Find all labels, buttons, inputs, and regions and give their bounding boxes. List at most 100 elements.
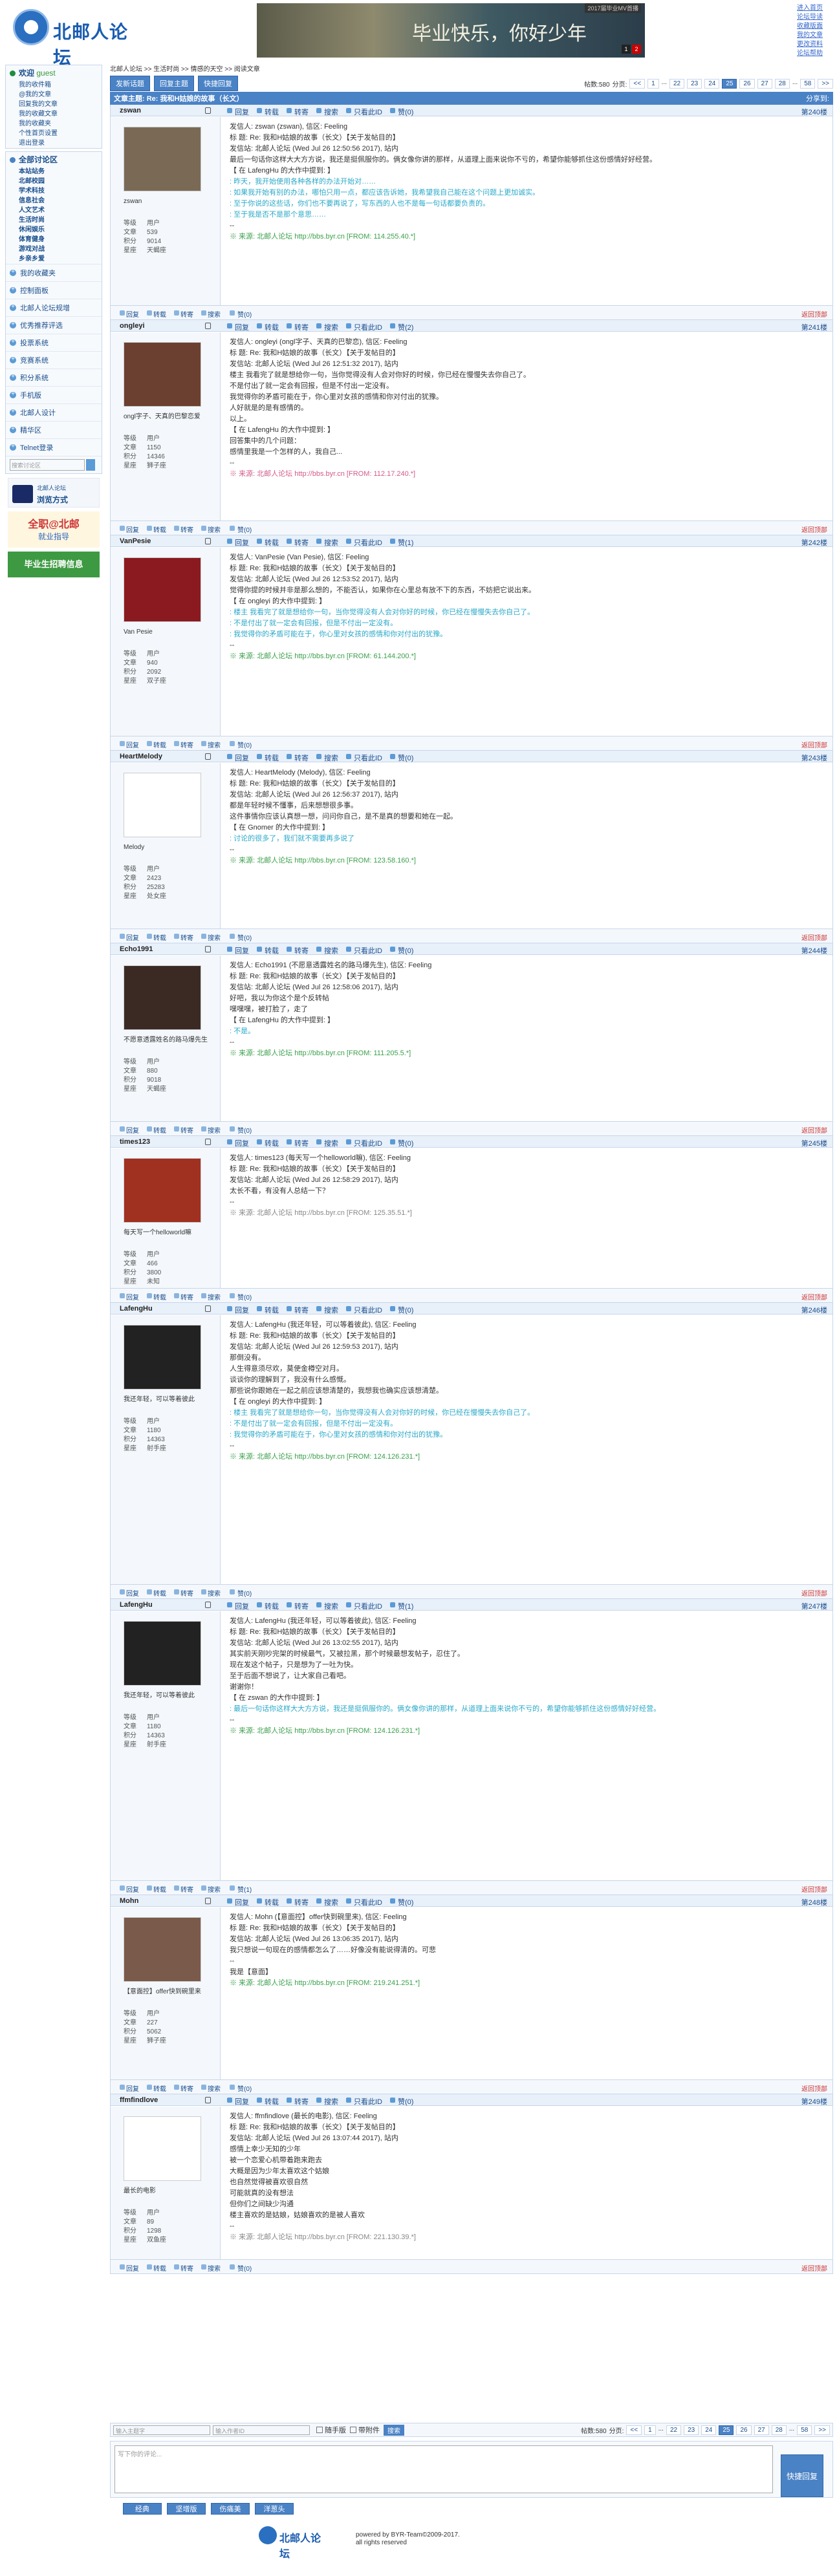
sidebar-item[interactable]: 控制面板 [6, 281, 102, 299]
banner-page-1[interactable]: 1 [622, 45, 631, 54]
page-link[interactable]: 23 [687, 78, 702, 89]
page-link[interactable]: 25 [719, 2425, 734, 2435]
mail-icon[interactable] [205, 1602, 211, 1608]
floor-number[interactable]: 第247楼 [801, 1601, 827, 1611]
post-action[interactable]: 转寄 [287, 537, 309, 548]
post-action[interactable]: 回复 [227, 537, 249, 548]
page-link[interactable]: 27 [754, 2425, 769, 2435]
footer-action[interactable]: 搜索 [201, 1884, 221, 1894]
page-link[interactable]: >> [814, 2425, 830, 2435]
section-link[interactable]: 北邮校园 [19, 177, 102, 186]
page-link[interactable]: << [626, 2425, 642, 2435]
page-link[interactable]: 23 [684, 2425, 699, 2435]
praise-button[interactable]: 赞(2) [390, 322, 413, 332]
post-action[interactable]: 只看此ID [346, 322, 382, 332]
top-link-home[interactable]: 进入首页 [797, 4, 836, 13]
post-action[interactable]: 回复 [227, 1601, 249, 1611]
avatar[interactable] [124, 1621, 201, 1686]
avatar[interactable] [124, 1325, 201, 1390]
footer-action[interactable]: 转载 [147, 1884, 166, 1894]
footer-praise[interactable]: 赞(0) [230, 740, 252, 749]
post-action[interactable]: 只看此ID [346, 107, 382, 117]
post-action[interactable]: 回复 [227, 1305, 249, 1315]
page-link[interactable]: 28 [774, 78, 790, 89]
post-action[interactable]: 转载 [257, 537, 279, 548]
post-action[interactable]: 回复 [227, 1138, 249, 1148]
post-action[interactable]: 转寄 [287, 2096, 309, 2107]
avatar[interactable] [124, 342, 201, 407]
user-link[interactable]: 回复我的文章 [19, 100, 102, 109]
mail-icon[interactable] [205, 1898, 211, 1904]
footer-action[interactable]: 转载 [147, 309, 166, 319]
footer-action[interactable]: 转寄 [174, 2083, 193, 2093]
share-label[interactable]: 分享到: [806, 93, 829, 103]
reply-textarea[interactable]: 写下你的评论... [114, 2445, 773, 2493]
section-link[interactable]: 乡亲乡爱 [19, 254, 102, 264]
ad-browse[interactable]: 北邮人论坛 浏览方式 [8, 478, 100, 508]
post-author-id[interactable]: Mohn [120, 1897, 138, 1905]
post-author-id[interactable]: LafengHu [120, 1601, 153, 1609]
footer-action[interactable]: 回复 [120, 2263, 139, 2273]
post-action[interactable]: 搜索 [316, 2096, 338, 2107]
back-to-top-link[interactable]: 返回顶部 [801, 740, 827, 749]
page-link[interactable]: 1 [647, 78, 659, 89]
footer-praise[interactable]: 赞(0) [230, 2263, 252, 2273]
post-action[interactable]: 转寄 [287, 107, 309, 117]
post-action[interactable]: 搜索 [316, 1305, 338, 1315]
floor-number[interactable]: 第246楼 [801, 1305, 827, 1315]
top-link-profile[interactable]: 更改资料 [797, 40, 836, 49]
footer-action[interactable]: 转寄 [174, 1884, 193, 1894]
post-action[interactable]: 搜索 [316, 537, 338, 548]
section-link[interactable]: 本站站务 [19, 167, 102, 177]
footer-action[interactable]: 回复 [120, 524, 139, 534]
section-link[interactable]: 体育健身 [19, 235, 102, 244]
footer-action[interactable]: 回复 [120, 2083, 139, 2093]
post-action[interactable]: 回复 [227, 322, 249, 332]
sidebar-item[interactable]: 投票系统 [6, 334, 102, 351]
back-to-top-link[interactable]: 返回顶部 [801, 2083, 827, 2093]
back-to-top-link[interactable]: 返回顶部 [801, 524, 827, 534]
floor-number[interactable]: 第245楼 [801, 1138, 827, 1148]
post-action[interactable]: 转载 [257, 1601, 279, 1611]
section-title[interactable]: 全部讨论区 [19, 155, 58, 164]
floor-number[interactable]: 第249楼 [801, 2096, 827, 2107]
avatar[interactable] [124, 557, 201, 622]
back-to-top-link[interactable]: 返回顶部 [801, 1588, 827, 1598]
footer-action[interactable]: 转载 [147, 1292, 166, 1302]
user-link[interactable]: 个性首页设置 [19, 129, 102, 138]
praise-button[interactable]: 赞(0) [390, 1305, 413, 1315]
post-action[interactable]: 转载 [257, 1305, 279, 1315]
praise-button[interactable]: 赞(0) [390, 2096, 413, 2107]
post-action[interactable]: 转寄 [287, 1897, 309, 1907]
post-author-id[interactable]: LafengHu [120, 1305, 153, 1313]
page-link[interactable]: 25 [722, 78, 737, 89]
post-action[interactable]: 搜索 [316, 1601, 338, 1611]
sidebar-item[interactable]: 我的收藏夹 [6, 264, 102, 281]
back-to-top-link[interactable]: 返回顶部 [801, 309, 827, 319]
footer-action[interactable]: 转载 [147, 740, 166, 749]
page-link[interactable]: << [629, 78, 646, 89]
post-author-id[interactable]: Echo1991 [120, 945, 153, 953]
ad-jobs[interactable]: 全职@北邮 就业指导 [8, 511, 100, 548]
user-link[interactable]: 退出登录 [19, 138, 102, 148]
post-action[interactable]: 搜索 [316, 753, 338, 763]
checkbox-1[interactable] [316, 2427, 323, 2433]
footer-action[interactable]: 转寄 [174, 309, 193, 319]
post-action[interactable]: 转载 [257, 107, 279, 117]
post-action[interactable]: 转载 [257, 322, 279, 332]
mail-icon[interactable] [205, 107, 211, 114]
post-action[interactable]: 只看此ID [346, 1897, 382, 1907]
post-action[interactable]: 转寄 [287, 1305, 309, 1315]
page-link[interactable]: 28 [771, 2425, 787, 2435]
praise-button[interactable]: 赞(0) [390, 945, 413, 956]
post-action[interactable]: 回复 [227, 1897, 249, 1907]
praise-button[interactable]: 赞(1) [390, 1601, 413, 1611]
post-action[interactable]: 转载 [257, 1897, 279, 1907]
footer-praise[interactable]: 赞(0) [230, 2083, 252, 2093]
style-tab-3[interactable]: 伤痛美 [211, 2503, 250, 2515]
post-action[interactable]: 转载 [257, 2096, 279, 2107]
board-search-input[interactable]: 搜索讨论区 [10, 459, 85, 471]
page-link[interactable]: 27 [757, 78, 772, 89]
post-action[interactable]: 搜索 [316, 1897, 338, 1907]
mail-icon[interactable] [205, 753, 211, 760]
